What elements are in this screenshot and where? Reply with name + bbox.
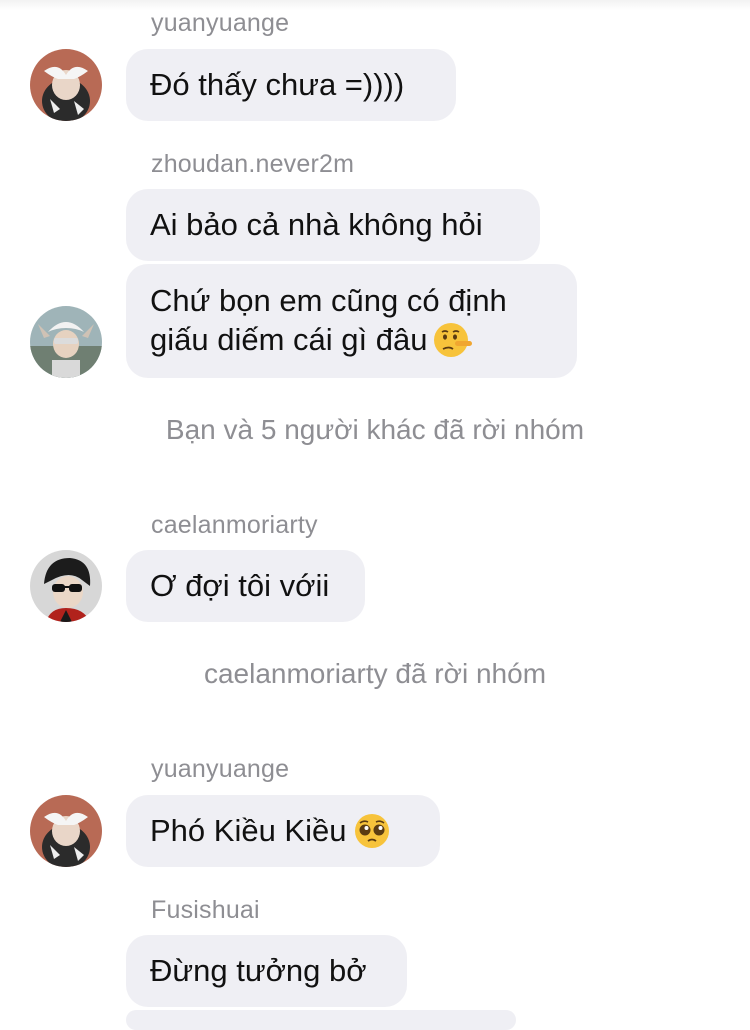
- sender-name: yuanyuange: [151, 755, 290, 783]
- sender-name: caelanmoriarty: [151, 511, 318, 539]
- message-bubble[interactable]: Chứ bọn em cũng có định giấu diếm cái gì…: [126, 264, 577, 378]
- avatar-yuanyuange[interactable]: [30, 49, 102, 121]
- top-bar-shadow: [0, 0, 750, 10]
- message-bubble[interactable]: Đừng tưởng bở: [126, 935, 407, 1007]
- sender-name: Fusishuai: [151, 896, 260, 924]
- message-text: Phó Kiều Kiều: [150, 813, 347, 848]
- pleading-face-emoji-icon: [352, 811, 392, 851]
- message-text: Ai bảo cả nhà không hỏi: [150, 207, 483, 242]
- message-bubble[interactable]: Ơ đợi tôi vớii: [126, 550, 365, 622]
- message-text: Đó thấy chưa =)))): [150, 67, 405, 102]
- avatar-yuanyuange[interactable]: [30, 795, 102, 867]
- message-bubble[interactable]: Đó thấy chưa =)))): [126, 49, 456, 121]
- message-text: Ơ đợi tôi vớii: [150, 568, 330, 603]
- message-text-line: giấu diếm cái gì đâu: [150, 322, 428, 357]
- message-text: Đừng tưởng bở: [150, 953, 367, 988]
- system-notice: caelanmoriarty đã rời nhóm: [203, 658, 547, 689]
- sender-name: zhoudan.never2m: [151, 150, 355, 178]
- message-bubble[interactable]: Ai bảo cả nhà không hỏi: [126, 189, 540, 261]
- message-bubble-partial[interactable]: [126, 1010, 516, 1030]
- system-notice: Bạn và 5 người khác đã rời nhóm: [165, 414, 585, 445]
- sender-name: yuanyuange: [151, 9, 290, 37]
- message-bubble[interactable]: Phó Kiều Kiều: [126, 795, 440, 867]
- message-text-line: Chứ bọn em cũng có định: [150, 283, 507, 318]
- avatar-caelanmoriarty[interactable]: [30, 550, 102, 622]
- lying-face-emoji-icon: [433, 320, 473, 360]
- avatar-zhoudan[interactable]: [30, 306, 102, 378]
